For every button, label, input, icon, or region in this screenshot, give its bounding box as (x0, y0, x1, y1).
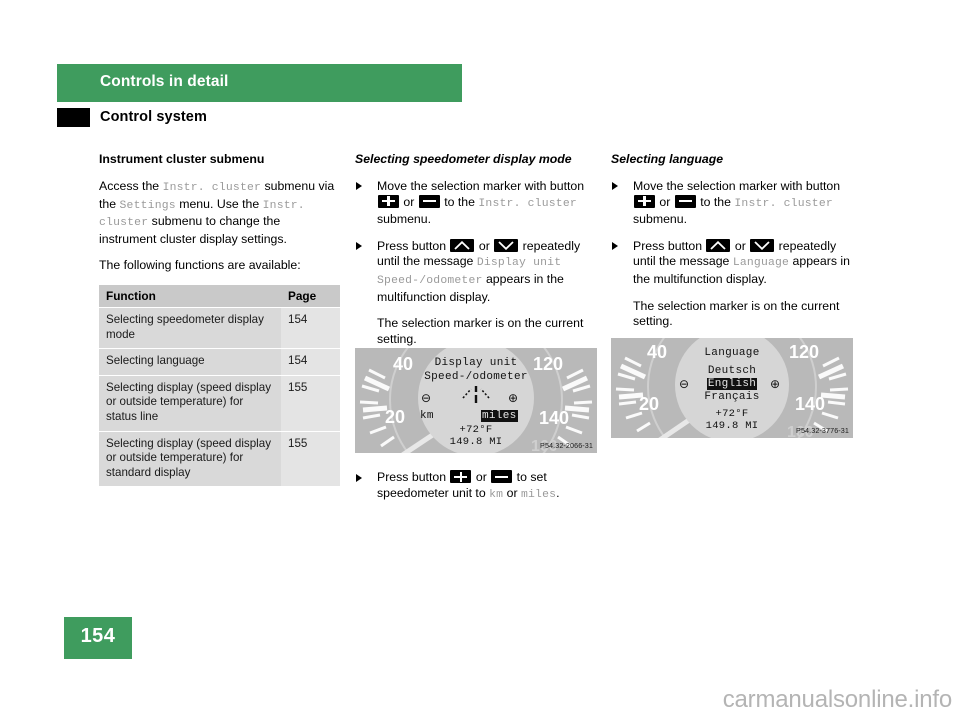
cell-page: 154 (281, 348, 340, 376)
illustration-id-tag: P54.32-3776-31 (796, 426, 849, 435)
minus-circle-icon: ⊖ (679, 377, 690, 391)
minus-button-icon (491, 470, 513, 484)
column-header-page: Page (281, 284, 340, 308)
left-column: Instrument cluster submenu Access the In… (99, 152, 340, 488)
mfd-selection-marker-graphic (462, 386, 490, 403)
illustration-id-tag: P54.32-2066-31 (540, 441, 593, 450)
page-number: 154 (80, 625, 116, 647)
cell-page: 155 (281, 375, 340, 432)
mfd-status-temperature: +72°F (459, 424, 493, 436)
text-or-1: or (400, 194, 418, 209)
minus-button-icon (418, 194, 440, 208)
table-row: Selecting language 154 (99, 348, 340, 376)
text-press-button-2: Press button (377, 470, 450, 485)
plus-button-icon (450, 470, 472, 484)
table-row: Selecting display (speed display or outs… (99, 375, 340, 432)
functions-table: Function Page Selecting speedometer disp… (99, 284, 340, 488)
middle-column: Selecting speedometer display mode Move … (355, 152, 597, 515)
instrument-cluster-illustration-speedometer: 40 20 120 140 160 Display unit Speed-/od… (355, 348, 597, 453)
middle-column-heading: Selecting speedometer display mode (355, 152, 572, 166)
cell-page: 155 (281, 431, 340, 488)
text-press-button-1: Press button (377, 238, 450, 253)
text-to-the-1: to the (440, 194, 479, 209)
mono-instr-cluster-1: Instr. cluster (162, 181, 262, 194)
mfd-option-english: English (611, 378, 853, 390)
minus-circle-icon: ⊖ (421, 391, 432, 405)
middle-bullet-2: Press button or repeatedly until the mes… (355, 238, 597, 305)
text-move-marker: Move the selection marker with button (377, 178, 585, 193)
bullet-triangle-icon (612, 182, 618, 191)
manual-page: Controls in detail Control system Instru… (0, 0, 960, 720)
column-header-function: Function (99, 284, 281, 308)
cell-function: Selecting speedometer display mode (99, 307, 281, 350)
bullet-triangle-icon (356, 473, 362, 482)
bullet-triangle-icon (356, 242, 362, 251)
section-title: Control system (100, 109, 207, 125)
text-submenu-1: submenu. (377, 212, 432, 227)
mono-instr-cluster-r: Instr. cluster (734, 197, 833, 210)
text-to-the-r: to the (696, 194, 735, 209)
right-column: Selecting language Move the selection ma… (611, 152, 853, 341)
mono-language-message: Language (732, 257, 790, 270)
plus-button-icon (378, 194, 399, 208)
middle-bullet-3: Press button or to set speedometer unit … (355, 470, 597, 503)
section-marker-block (57, 108, 90, 127)
plus-circle-icon: ⊕ (508, 391, 519, 405)
text-press-button-r: Press button (633, 238, 706, 253)
right-note: The selection marker is on the current s… (633, 298, 840, 329)
bullet-triangle-icon (612, 242, 618, 251)
middle-bullet-1: Move the selection marker with button or… (355, 179, 597, 228)
cell-function: Selecting display (speed display or outs… (99, 375, 281, 432)
text-or-4: or (503, 485, 521, 500)
mfd-line-2: Speed-/odometer (424, 371, 528, 383)
mono-settings: Settings (119, 199, 176, 212)
mono-miles: miles (520, 488, 557, 501)
table-header-row: Function Page (99, 284, 340, 308)
mfd-selected-option: miles (481, 410, 518, 422)
mfd-option-miles: miles (481, 410, 518, 422)
mfd-line-1: Display unit (434, 357, 518, 369)
watermark: carmanualsonline.info (722, 686, 952, 713)
text-access-the: Access the (99, 178, 163, 193)
text-or-2: or (475, 238, 494, 253)
instrument-cluster-illustration-language: 40 20 120 140 160 Language Deutsch Engli… (611, 338, 853, 438)
mfd-selected-option: English (706, 378, 758, 390)
mfd-option-deutsch: Deutsch (707, 365, 757, 377)
plus-button-icon (634, 194, 655, 208)
plus-circle-icon: ⊕ (770, 377, 781, 391)
right-bullet-1: Move the selection marker with button or… (611, 179, 853, 228)
left-column-paragraph-2: The following functions are available: (99, 258, 301, 273)
mono-instr-cluster: Instr. cluster (478, 197, 577, 210)
text-menu-use-the: menu. Use the (175, 196, 263, 211)
left-column-paragraph-1: Access the Instr. cluster submenu via th… (99, 179, 340, 247)
mono-km: km (489, 488, 504, 501)
mfd-title-language: Language (704, 347, 760, 359)
bullet-triangle-icon (356, 182, 362, 191)
mfd-status-temperature: +72°F (715, 408, 749, 420)
chapter-title: Controls in detail (100, 73, 229, 90)
mfd-option-km: km (420, 410, 434, 422)
cell-page: 154 (281, 307, 340, 350)
table-row: Selecting speedometer display mode 154 (99, 307, 340, 350)
text-submenu-r: submenu. (633, 212, 688, 227)
left-column-heading: Instrument cluster submenu (99, 152, 265, 166)
text-or-r1: or (656, 194, 674, 209)
down-arrow-button-icon (750, 238, 775, 252)
down-arrow-button-icon (494, 238, 519, 252)
right-column-heading: Selecting language (611, 152, 724, 166)
functions-table-body: Selecting speedometer display mode 154 S… (99, 307, 340, 488)
table-row: Selecting display (speed display or outs… (99, 431, 340, 488)
cell-function: Selecting language (99, 348, 281, 376)
right-bullet-2: Press button or repeatedly until the mes… (611, 238, 853, 288)
text-move-marker-r: Move the selection marker with button (633, 178, 841, 193)
cell-function: Selecting display (speed display or outs… (99, 431, 281, 488)
minus-button-icon (674, 194, 696, 208)
up-arrow-button-icon (706, 238, 731, 252)
text-period: . (556, 485, 560, 500)
mfd-option-francais: Français (704, 391, 760, 403)
text-or-r2: or (731, 238, 750, 253)
middle-note: The selection marker is on the current s… (377, 316, 584, 346)
text-or-3: or (472, 470, 491, 485)
up-arrow-button-icon (450, 238, 475, 252)
